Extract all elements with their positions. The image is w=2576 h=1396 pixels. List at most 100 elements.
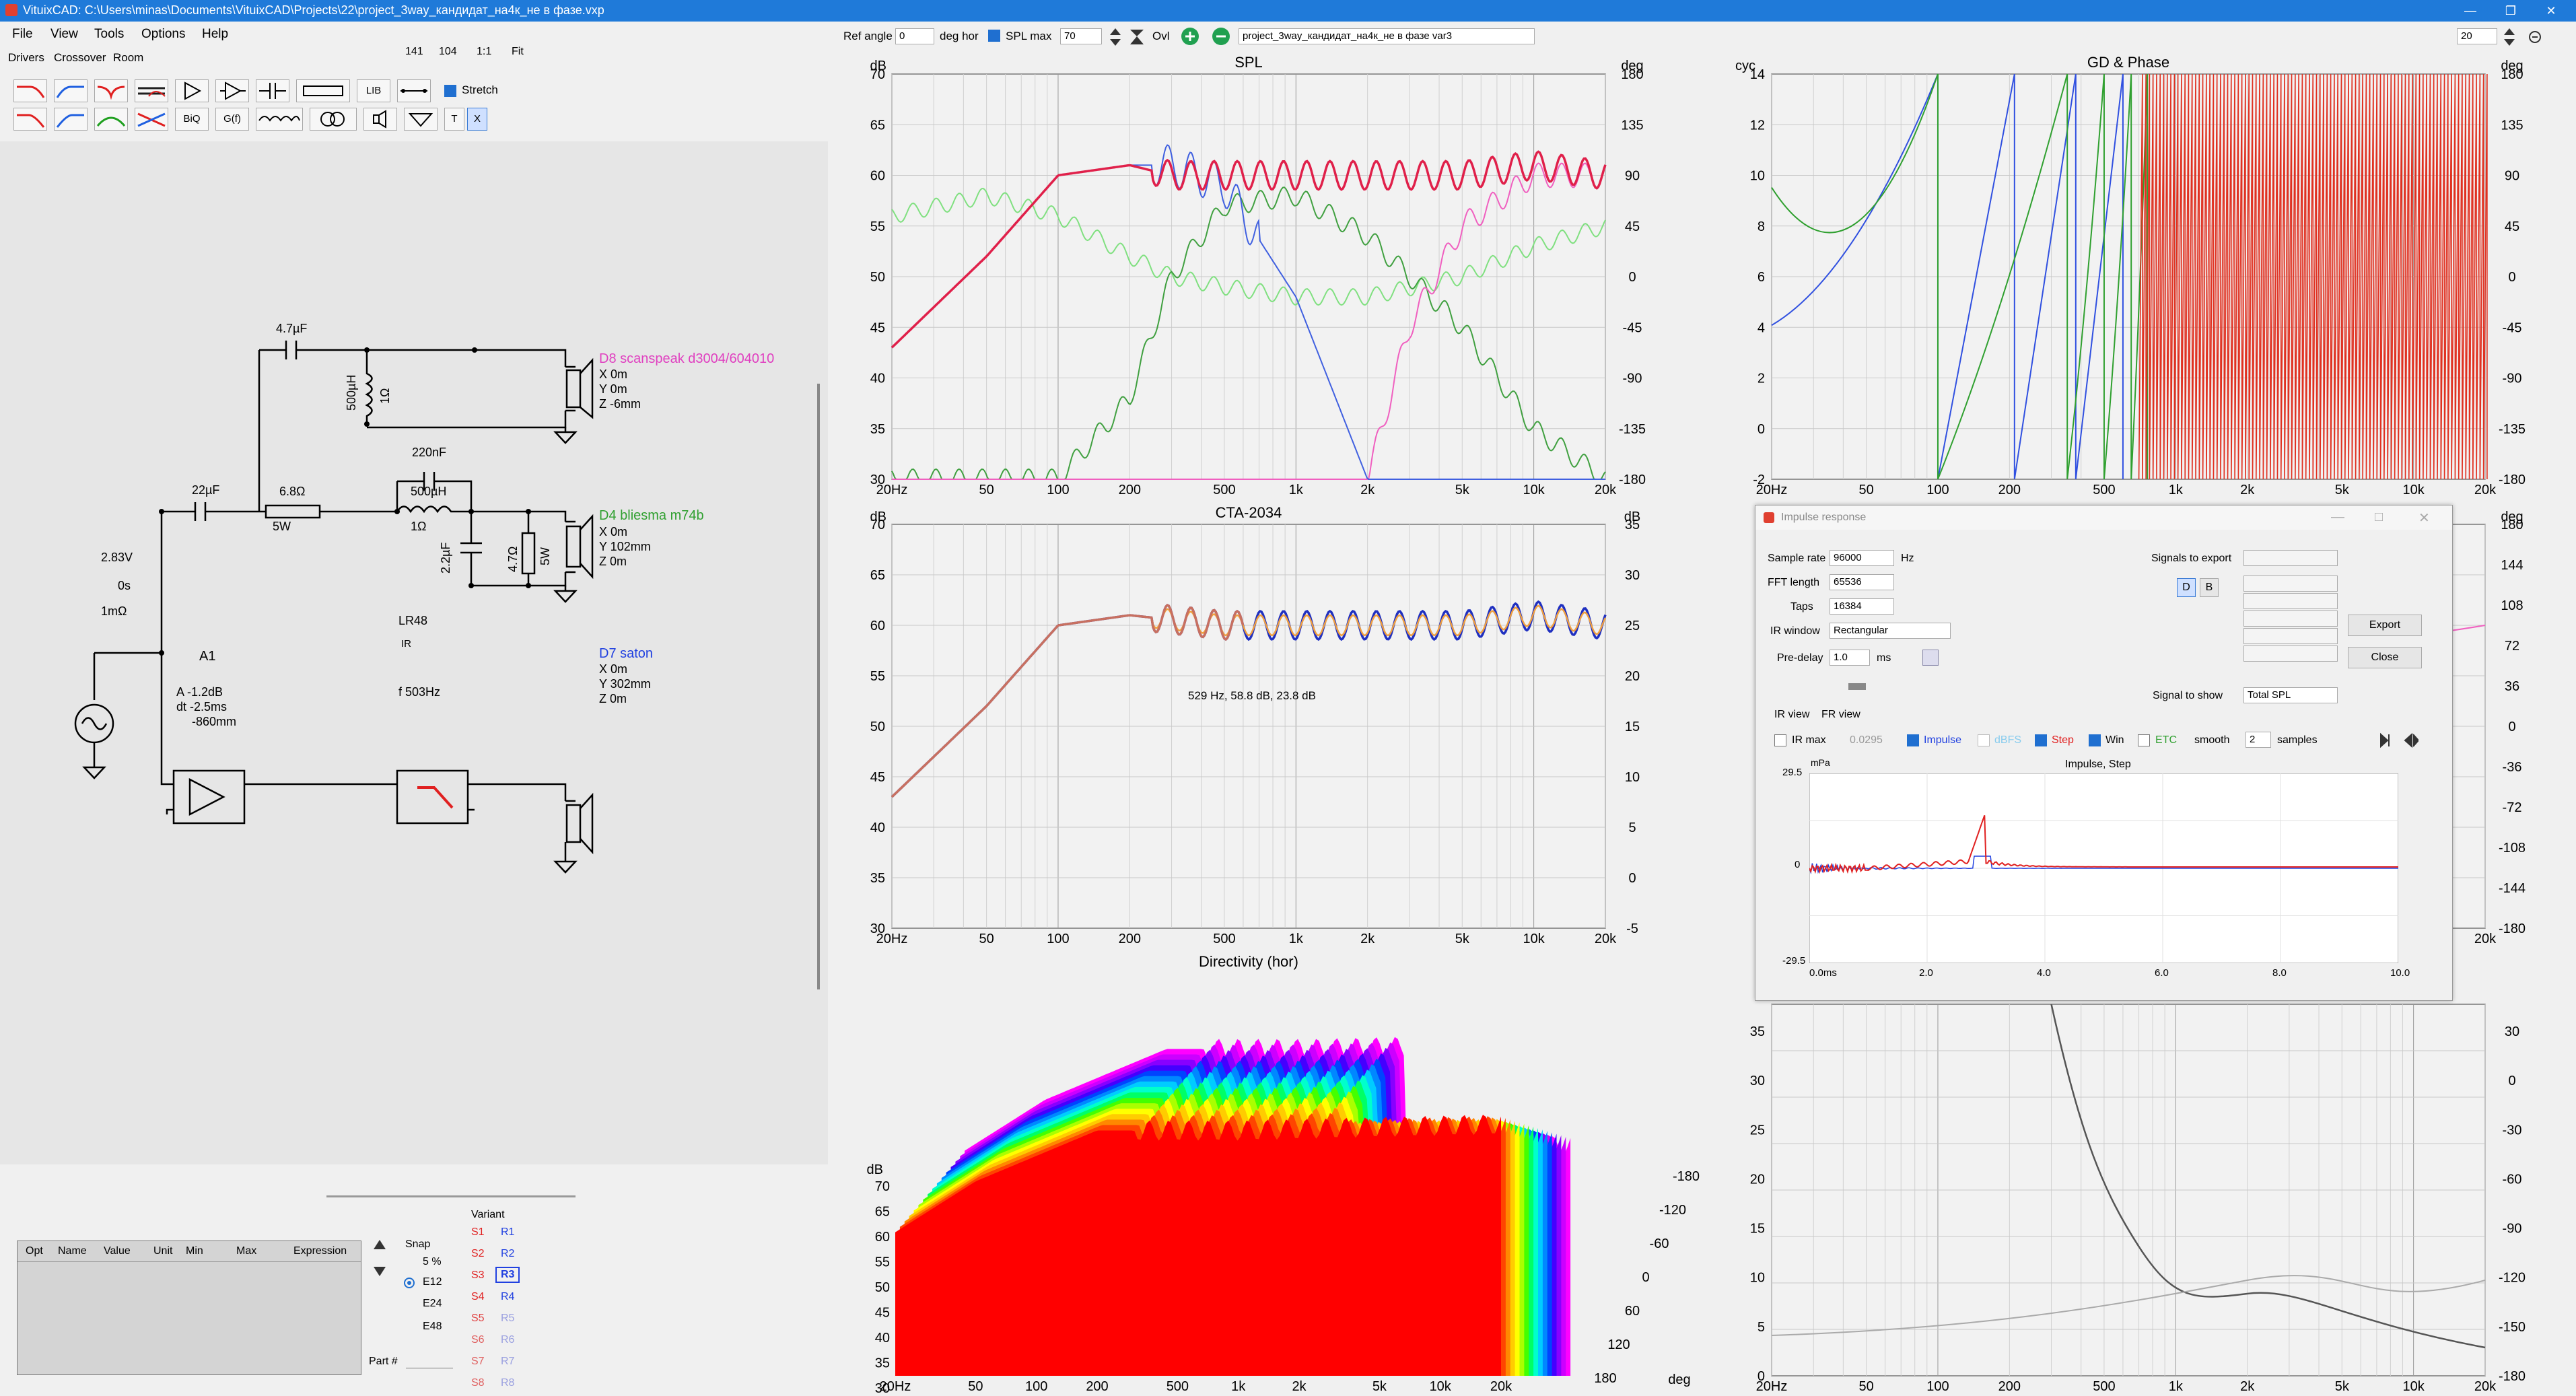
highpass-1st-button[interactable] bbox=[54, 79, 88, 102]
variant-s3[interactable]: S3 bbox=[471, 1269, 485, 1282]
source-voltage[interactable]: 2.83V bbox=[101, 551, 133, 565]
smooth-field[interactable]: 2 bbox=[2246, 732, 2271, 748]
dialog-maximize[interactable]: □ bbox=[2375, 510, 2383, 525]
c1-label[interactable]: 4.7µF bbox=[276, 322, 307, 336]
amp-button[interactable] bbox=[215, 79, 249, 102]
snap-e48[interactable]: E48 bbox=[423, 1321, 442, 1333]
l2-label[interactable]: 500µH bbox=[411, 485, 446, 499]
variant-name-field[interactable]: project_3way_кандидат_на4к_не в фазе var… bbox=[1239, 28, 1535, 44]
driver-d8-name[interactable]: D8 scanspeak d3004/604010 bbox=[599, 351, 774, 367]
sample-rate-select[interactable]: 96000 bbox=[1830, 550, 1894, 566]
menu-file[interactable]: File bbox=[12, 27, 33, 42]
variant-r2[interactable]: R2 bbox=[501, 1248, 514, 1260]
menu-options[interactable]: Options bbox=[141, 27, 185, 42]
driver-d4-name[interactable]: D4 bliesma m74b bbox=[599, 508, 704, 524]
buffer-button[interactable] bbox=[175, 79, 209, 102]
right-value-field[interactable]: 20 bbox=[2457, 28, 2497, 44]
schematic-canvas[interactable]: 4.7µF 500µH 1Ω D8 scanspeak d3004/604010… bbox=[0, 141, 828, 1164]
biq-button[interactable]: BiQ bbox=[175, 108, 209, 131]
variant-r5[interactable]: R5 bbox=[501, 1313, 514, 1325]
tab-room[interactable]: Room bbox=[113, 51, 143, 65]
variant-r6[interactable]: R6 bbox=[501, 1334, 514, 1346]
export-signal-select-2[interactable] bbox=[2243, 575, 2338, 592]
lib-button[interactable]: LIB bbox=[357, 79, 390, 102]
wire-button[interactable] bbox=[397, 79, 431, 102]
variant-r1[interactable]: R1 bbox=[501, 1226, 514, 1238]
ground-button[interactable] bbox=[404, 108, 438, 131]
zoom-1to1[interactable]: 1:1 bbox=[477, 46, 491, 58]
allpass-button[interactable] bbox=[135, 108, 168, 131]
spl-max-input[interactable]: 70 bbox=[1060, 28, 1102, 44]
schematic-scrollbar[interactable] bbox=[817, 384, 820, 989]
snap-e24[interactable]: E24 bbox=[423, 1298, 442, 1310]
bandpass-button[interactable] bbox=[94, 108, 128, 131]
optimizer-table[interactable]: Opt Name Value Unit Min Max Expression bbox=[17, 1241, 361, 1375]
tab-crossover[interactable]: Crossover bbox=[54, 51, 106, 65]
r2-label[interactable]: 4.7Ω bbox=[506, 547, 520, 572]
ref-angle-input[interactable]: 0 bbox=[895, 28, 934, 44]
inductor-button[interactable] bbox=[256, 108, 303, 131]
stretch-checkbox[interactable] bbox=[444, 85, 456, 97]
lowpass-1st-button[interactable] bbox=[13, 79, 47, 102]
amp-name[interactable]: A1 bbox=[199, 649, 215, 664]
copy-icon[interactable] bbox=[1922, 650, 1939, 666]
highpass-2nd-button[interactable] bbox=[54, 108, 88, 131]
minimize-button[interactable]: — bbox=[2450, 2, 2491, 20]
ir-view-tab[interactable]: IR view bbox=[1774, 709, 1809, 721]
directivity-waterfall[interactable] bbox=[895, 1037, 1571, 1376]
spl-max-stepper-icon[interactable] bbox=[1107, 27, 1148, 47]
zoom-fit[interactable]: Fit bbox=[512, 46, 524, 58]
export-button[interactable]: Export bbox=[2348, 615, 2422, 636]
c4-label[interactable]: 2.2µF bbox=[439, 543, 453, 573]
variant-s6[interactable]: S6 bbox=[471, 1334, 485, 1346]
variant-r7[interactable]: R7 bbox=[501, 1356, 514, 1368]
b-button[interactable]: B bbox=[2200, 578, 2219, 597]
move-arrows[interactable] bbox=[372, 1238, 387, 1279]
taps-field[interactable]: 16384 bbox=[1830, 598, 1894, 615]
impulse-response-dialog[interactable]: Impulse response — □ ✕ Sample rate 96000… bbox=[1755, 505, 2453, 1001]
ir-window-select[interactable]: Rectangular bbox=[1830, 623, 1951, 639]
ir-max-value[interactable]: 0.0295 bbox=[1850, 734, 1883, 746]
t-button[interactable]: T bbox=[444, 108, 464, 131]
splitter[interactable] bbox=[326, 1195, 576, 1197]
variant-s1[interactable]: S1 bbox=[471, 1226, 485, 1238]
export-signal-select-1[interactable] bbox=[2243, 550, 2338, 566]
fr-view-tab[interactable]: FR view bbox=[1821, 709, 1860, 721]
snap-radio-e12[interactable] bbox=[404, 1278, 415, 1288]
menu-tools[interactable]: Tools bbox=[94, 27, 124, 42]
fft-length-select[interactable]: 65536 bbox=[1830, 574, 1894, 590]
slider-handle[interactable] bbox=[1848, 683, 1866, 690]
export-signal-select-5[interactable] bbox=[2243, 628, 2338, 644]
snap-5pct[interactable]: 5 % bbox=[423, 1256, 442, 1268]
d-button[interactable]: D bbox=[2177, 578, 2196, 597]
menu-help[interactable]: Help bbox=[202, 27, 228, 42]
lr-filter-name[interactable]: LR48 bbox=[398, 614, 427, 628]
win-checkbox[interactable] bbox=[2089, 734, 2101, 746]
shelf-button[interactable] bbox=[135, 79, 168, 102]
export-signal-select-4[interactable] bbox=[2243, 610, 2338, 627]
variant-r3-selected[interactable]: R3 bbox=[495, 1267, 520, 1283]
dialog-close[interactable]: ✕ bbox=[2418, 510, 2430, 526]
driver-d7-name[interactable]: D7 saton bbox=[599, 646, 653, 662]
gf-button[interactable]: G(f) bbox=[215, 108, 249, 131]
variant-r8[interactable]: R8 bbox=[501, 1377, 514, 1389]
etc-checkbox[interactable] bbox=[2138, 734, 2150, 746]
close-dialog-button[interactable]: Close bbox=[2348, 647, 2422, 668]
dialog-minimize[interactable]: — bbox=[2331, 510, 2344, 525]
zoom-a[interactable]: 141 bbox=[405, 46, 423, 58]
c3-label[interactable]: 22µF bbox=[192, 483, 219, 497]
dbfs-checkbox[interactable] bbox=[1978, 734, 1990, 746]
nav-arrows-icon[interactable] bbox=[2378, 732, 2418, 749]
impulse-checkbox[interactable] bbox=[1907, 734, 1919, 746]
predelay-field[interactable]: 1.0 bbox=[1830, 650, 1870, 666]
variant-s2[interactable]: S2 bbox=[471, 1248, 485, 1260]
signal-show-select[interactable]: Total SPL bbox=[2243, 687, 2338, 703]
add-remove-variant-icons[interactable] bbox=[1179, 26, 1233, 47]
snap-e12[interactable]: E12 bbox=[423, 1276, 442, 1288]
l1-label[interactable]: 500µH bbox=[345, 375, 359, 411]
variant-r4[interactable]: R4 bbox=[501, 1291, 514, 1303]
c2-label[interactable]: 220nF bbox=[412, 446, 446, 460]
driver-button[interactable] bbox=[363, 108, 397, 131]
transformer-button[interactable] bbox=[310, 108, 357, 131]
right-stepper-icons[interactable] bbox=[2501, 27, 2555, 47]
